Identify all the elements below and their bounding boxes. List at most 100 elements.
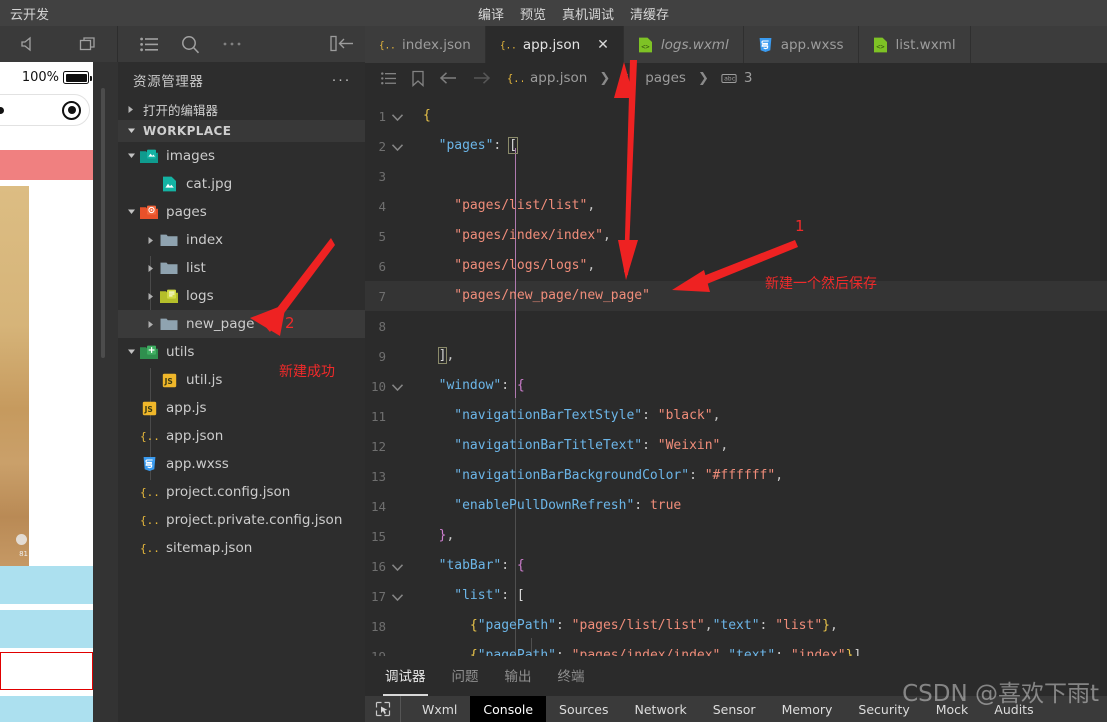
section-workplace[interactable]: WORKPLACE — [118, 120, 365, 142]
list-item[interactable] — [0, 696, 93, 722]
fold-chevron-down-icon[interactable] — [391, 141, 404, 156]
fold-chevron-down-icon[interactable] — [391, 591, 404, 606]
code-line[interactable]: {"pagePath": "pages/index/index","text":… — [417, 641, 861, 656]
list-item-selected[interactable] — [0, 652, 93, 690]
back-arrow-icon[interactable] — [439, 71, 458, 85]
nav-capsule[interactable] — [0, 94, 90, 126]
tree-item[interactable]: utils — [118, 338, 365, 366]
devtools-tab-sensor[interactable]: Sensor — [700, 696, 769, 722]
chevron-down-icon[interactable] — [124, 348, 138, 356]
menu-realdevice-debug[interactable]: 真机调试 — [562, 4, 614, 23]
code-line[interactable]: "enablePullDownRefresh": true — [417, 491, 681, 521]
editor-tab-app-json[interactable]: {..} app.json ✕ — [485, 26, 624, 63]
photo-badge-icon — [16, 534, 27, 545]
tree-item-active[interactable]: new_page — [118, 310, 365, 338]
tree-item[interactable]: {..} project.private.config.json — [118, 506, 365, 534]
inspect-cursor-icon[interactable] — [365, 696, 401, 722]
search-icon[interactable] — [181, 35, 200, 54]
editor-tab-logs-wxml[interactable]: <> logs.wxml — [624, 26, 744, 63]
chevron-right-icon[interactable] — [144, 320, 158, 329]
code-line[interactable]: }, — [417, 521, 455, 551]
devtools-tab-memory[interactable]: Memory — [769, 696, 846, 722]
code-line[interactable]: ], — [417, 341, 454, 371]
bottom-tab-输出[interactable]: 输出 — [505, 665, 532, 688]
tree-item[interactable]: {..} project.config.json — [118, 478, 365, 506]
tree-item[interactable]: cat.jpg — [118, 170, 365, 198]
code-line[interactable]: "navigationBarTextStyle": "black", — [417, 401, 720, 431]
chevron-down-icon[interactable] — [124, 208, 138, 216]
tree-item[interactable]: pages — [118, 198, 365, 226]
section-open-editors[interactable]: 打开的编辑器 — [118, 98, 365, 120]
more-dots-icon[interactable] — [0, 106, 4, 114]
code-token: [ — [508, 137, 518, 154]
explorer-more-icon[interactable]: ··· — [332, 72, 352, 87]
target-icon[interactable] — [62, 100, 81, 120]
code-editor[interactable]: 12345678910111213141516171819 {"pages": … — [365, 93, 1107, 656]
devtools-tab-audits[interactable]: Audits — [981, 696, 1046, 722]
menu-compile[interactable]: 编译 — [478, 4, 504, 23]
tree-item[interactable]: {..} sitemap.json — [118, 534, 365, 562]
code-line[interactable]: {"pagePath": "pages/list/list","text": "… — [417, 611, 838, 641]
bookmark-icon[interactable] — [411, 70, 425, 87]
editor-tab-app-wxss[interactable]: app.wxss — [744, 26, 859, 63]
forward-arrow-icon[interactable] — [472, 71, 491, 85]
list-item[interactable] — [0, 610, 93, 648]
code-line[interactable] — [417, 311, 423, 341]
megaphone-icon[interactable] — [20, 36, 38, 52]
editor-tab-list-wxml[interactable]: <> list.wxml — [859, 26, 971, 63]
tree-item[interactable]: app.wxss — [118, 450, 365, 478]
devtools-tab-wxml[interactable]: Wxml — [409, 696, 470, 722]
tree-item[interactable]: logs — [118, 282, 365, 310]
bottom-tab-问题[interactable]: 问题 — [452, 665, 479, 688]
code-line[interactable] — [417, 161, 423, 191]
tree-item[interactable]: index — [118, 226, 365, 254]
more-icon[interactable] — [222, 41, 242, 47]
close-icon[interactable]: ✕ — [597, 38, 609, 52]
devtools-tab-console[interactable]: Console — [470, 696, 547, 722]
code-line[interactable]: "pages/new_page/new_page" — [417, 281, 650, 311]
code-line[interactable]: "window": { — [417, 371, 525, 401]
editor-tab-index-json[interactable]: {..} index.json — [365, 26, 486, 63]
chevron-right-icon[interactable] — [144, 236, 158, 245]
menu-preview[interactable]: 预览 — [520, 4, 546, 23]
bottom-tab-调试器[interactable]: 调试器 — [383, 665, 427, 696]
code-line[interactable]: { — [417, 101, 431, 131]
devtools-tab-mock[interactable]: Mock — [923, 696, 982, 722]
bottom-tab-终端[interactable]: 终端 — [558, 665, 585, 688]
devtools-tab-sources[interactable]: Sources — [546, 696, 621, 722]
tree-item[interactable]: JS app.js — [118, 394, 365, 422]
fold-chevron-down-icon[interactable] — [391, 111, 404, 126]
chevron-down-icon[interactable] — [124, 152, 138, 160]
code-line[interactable]: "navigationBarTitleText": "Weixin", — [417, 431, 728, 461]
devtools-tab-network[interactable]: Network — [622, 696, 700, 722]
code-line[interactable]: "pages/logs/logs", — [417, 251, 595, 281]
collapse-panel-icon[interactable] — [330, 35, 356, 52]
list-icon[interactable] — [140, 37, 159, 52]
breadcrumb-item-index[interactable]: 3 — [744, 70, 753, 86]
fold-chevron-down-icon[interactable] — [391, 381, 404, 396]
tree-item[interactable]: {..} app.json — [118, 422, 365, 450]
breadcrumb-item-pages[interactable]: pages — [645, 70, 686, 86]
phone-screen[interactable]: 100% 81 — [0, 62, 93, 722]
simulator-scrollbar[interactable] — [101, 88, 105, 358]
chevron-right-icon[interactable] — [144, 264, 158, 273]
breadcrumb-item-file[interactable]: app.json — [530, 70, 587, 86]
fold-chevron-down-icon[interactable] — [391, 561, 404, 576]
code-line[interactable]: "navigationBarBackgroundColor": "#ffffff… — [417, 461, 783, 491]
tree-item[interactable]: JS util.js — [118, 366, 365, 394]
tree-item[interactable]: images — [118, 142, 365, 170]
chevron-right-icon[interactable] — [144, 292, 158, 301]
code-line[interactable]: "pages/index/index", — [417, 221, 611, 251]
outline-icon[interactable] — [381, 71, 397, 85]
devtools-tab-security[interactable]: Security — [845, 696, 922, 722]
menu-clear-cache[interactable]: 清缓存 — [630, 4, 669, 23]
code-line[interactable]: "pages/list/list", — [417, 191, 595, 221]
code-line[interactable]: "pages": [ — [417, 131, 518, 161]
window-switch-icon[interactable] — [79, 36, 97, 53]
page-banner — [0, 150, 93, 180]
code-line[interactable]: "tabBar": { — [417, 551, 525, 581]
cat-photo[interactable]: 81 — [0, 186, 29, 571]
tree-item[interactable]: list — [118, 254, 365, 282]
list-item[interactable] — [0, 566, 93, 604]
code-line[interactable]: "list": [ — [417, 581, 524, 611]
